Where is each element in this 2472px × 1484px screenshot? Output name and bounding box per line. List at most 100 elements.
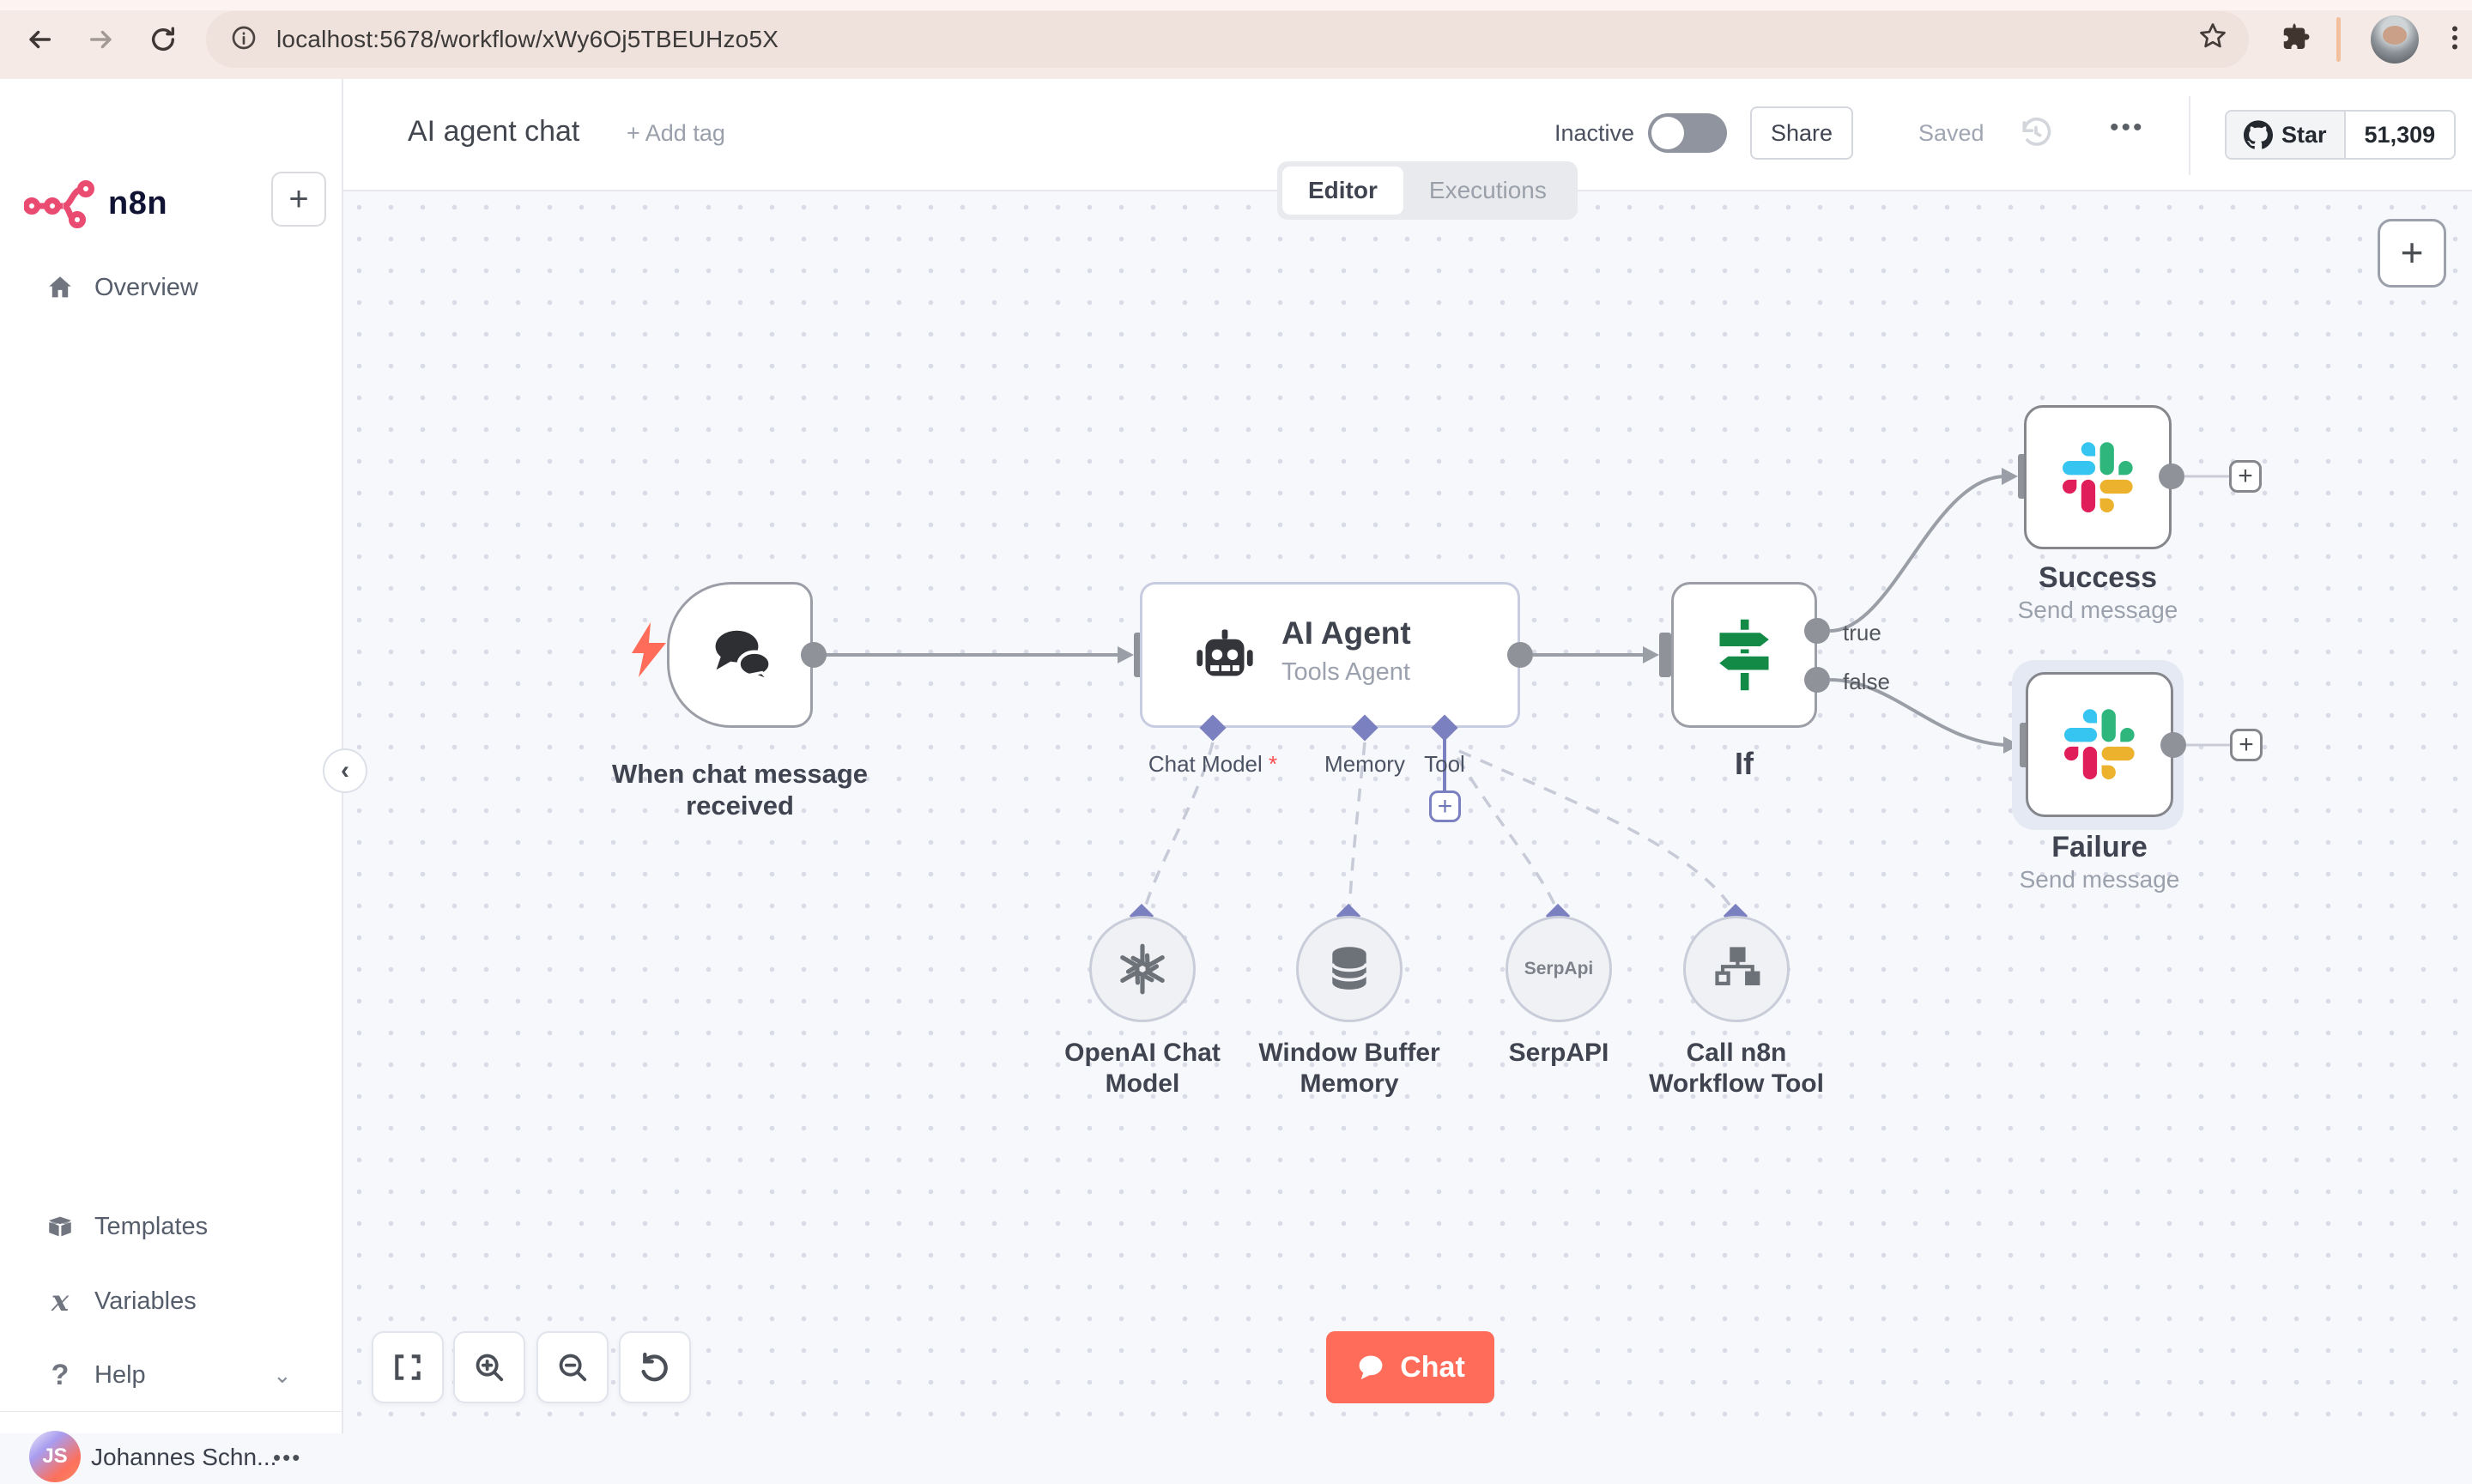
zoom-out-button[interactable] (536, 1331, 609, 1403)
saved-status: Saved (1918, 120, 1984, 146)
canvas-add-node-button[interactable]: + (2378, 219, 2446, 288)
trigger-output-port[interactable] (801, 642, 827, 668)
node-call-n8n-workflow-tool[interactable] (1683, 916, 1790, 1022)
node-ai-agent[interactable]: AI Agent Tools Agent (1140, 582, 1520, 728)
agent-subtitle: Tools Agent (1281, 658, 1410, 686)
github-star-label: Star (2281, 121, 2327, 148)
user-avatar[interactable]: JS (29, 1431, 81, 1482)
memory-node-label: Window Buffer Memory (1258, 1039, 1440, 1098)
sidebar-collapse-button[interactable]: ‹ (323, 748, 367, 793)
if-false-label: false (1843, 669, 1890, 694)
history-icon[interactable] (2017, 113, 2055, 155)
browser-menu-icon[interactable] (2439, 22, 2470, 58)
if-true-label: true (1843, 620, 1881, 645)
tab-editor[interactable]: Editor (1282, 167, 1403, 215)
node-success-slack[interactable] (2024, 405, 2172, 549)
openai-icon (1120, 943, 1165, 995)
sidebar-item-label: Help (94, 1360, 146, 1389)
chat-button-label: Chat (1400, 1350, 1465, 1384)
tab-executions[interactable]: Executions (1403, 167, 1572, 215)
site-info-icon[interactable] (230, 24, 258, 56)
success-add-node-button[interactable]: + (2229, 460, 2262, 493)
chat-bubbles-icon (715, 630, 772, 682)
github-star-widget[interactable]: Star 51,309 (2225, 110, 2457, 160)
bookmark-star-icon[interactable] (2197, 21, 2228, 56)
sidebar-item-label: Variables (94, 1287, 197, 1315)
node-chat-trigger[interactable] (667, 582, 813, 728)
active-toggle[interactable] (1648, 113, 1727, 153)
user-menu-row[interactable]: JS Johannes Schn... ••• (0, 1431, 343, 1484)
browser-chrome: localhost:5678/workflow/xWy6Oj5TBEUHzo5X (0, 0, 2472, 79)
browser-back-icon[interactable] (21, 21, 58, 58)
browser-forward-icon[interactable] (82, 21, 120, 58)
header-divider (2189, 96, 2190, 175)
status-label: Inactive (1554, 120, 1635, 146)
sidebar: n8n + Overview Templates x Variables ? H… (0, 79, 343, 1482)
node-window-buffer-memory[interactable] (1296, 916, 1403, 1022)
toggle-knob (1651, 117, 1684, 149)
database-icon (1330, 947, 1368, 990)
node-if[interactable] (1671, 582, 1817, 728)
reset-view-button[interactable] (619, 1331, 691, 1403)
failure-output-port[interactable] (2160, 732, 2186, 758)
zoom-out-icon (559, 1354, 587, 1382)
agent-memory-label: Memory (1324, 751, 1405, 777)
zoom-in-icon (476, 1354, 504, 1382)
signpost-icon (1714, 619, 1774, 691)
sidebar-item-variables[interactable]: x Variables (0, 1274, 343, 1329)
user-more-icon[interactable]: ••• (273, 1445, 301, 1471)
workflow-title[interactable]: AI agent chat (408, 115, 579, 148)
address-bar[interactable]: localhost:5678/workflow/xWy6Oj5TBEUHzo5X (206, 11, 2249, 68)
robot-icon (1197, 629, 1253, 676)
sidebar-item-label: Templates (94, 1212, 209, 1240)
if-node-label: If (1735, 746, 1754, 781)
failure-node-subtitle: Send message (2019, 866, 2180, 893)
agent-output-port[interactable] (1507, 642, 1533, 668)
sidebar-divider (0, 1411, 342, 1412)
failure-node-label: Failure (2051, 831, 2148, 863)
share-button[interactable]: Share (1750, 106, 1853, 160)
success-output-port[interactable] (2159, 463, 2184, 489)
failure-add-node-button[interactable]: + (2230, 729, 2263, 761)
github-star-button[interactable]: Star (2225, 110, 2346, 160)
if-true-output-port[interactable] (1804, 618, 1830, 644)
variable-x-icon: x (51, 1284, 70, 1318)
workflow-canvas[interactable]: When chat message received AI Agent Tool… (343, 191, 2472, 1433)
fit-view-button[interactable] (372, 1331, 444, 1403)
browser-reload-icon[interactable] (144, 21, 182, 58)
agent-chat-model-label: Chat Model * (1101, 751, 1324, 778)
zoom-in-button[interactable] (453, 1331, 525, 1403)
sidebar-item-overview[interactable]: Overview (0, 260, 343, 315)
workflow-more-icon[interactable]: ••• (2110, 113, 2145, 142)
sidebar-item-templates[interactable]: Templates (0, 1199, 343, 1254)
sidebar-item-help[interactable]: ? Help ⌄ (0, 1348, 343, 1402)
if-input-port[interactable] (1659, 633, 1671, 677)
home-icon (45, 273, 76, 302)
undo-rotate-icon (641, 1352, 668, 1382)
github-octocat-icon (2244, 120, 2273, 149)
success-node-subtitle: Send message (2017, 597, 2178, 623)
question-icon: ? (51, 1358, 70, 1391)
new-workflow-button[interactable]: + (271, 172, 326, 227)
n8n-app: n8n + Overview Templates x Variables ? H… (0, 79, 2472, 1482)
if-false-output-port[interactable] (1804, 667, 1830, 693)
add-tag-button[interactable]: + Add tag (627, 120, 725, 147)
node-openai-chat-model[interactable] (1089, 916, 1196, 1022)
node-failure-slack[interactable] (2026, 672, 2173, 817)
node-serpapi[interactable]: SerpApi (1506, 916, 1612, 1022)
github-star-count[interactable]: 51,309 (2345, 110, 2457, 160)
chrome-divider (2336, 17, 2341, 62)
user-name: Johannes Schn... (91, 1444, 277, 1470)
workflow-tool-node-label: Call n8n Workflow Tool (1649, 1039, 1824, 1098)
chat-button[interactable]: Chat (1326, 1331, 1494, 1403)
extensions-icon[interactable] (2276, 19, 2312, 59)
box-icon (45, 1212, 76, 1241)
url-text[interactable]: localhost:5678/workflow/xWy6Oj5TBEUHzo5X (276, 26, 779, 53)
browser-tab-strip (0, 0, 2472, 10)
trigger-node-label: When chat message received (611, 759, 869, 821)
sidebar-item-label: Overview (94, 273, 198, 301)
browser-profile-avatar[interactable] (2371, 15, 2419, 64)
trigger-bolt-icon (632, 622, 666, 677)
add-tool-button[interactable]: + (1429, 790, 1461, 822)
n8n-logo[interactable]: n8n (24, 175, 167, 232)
